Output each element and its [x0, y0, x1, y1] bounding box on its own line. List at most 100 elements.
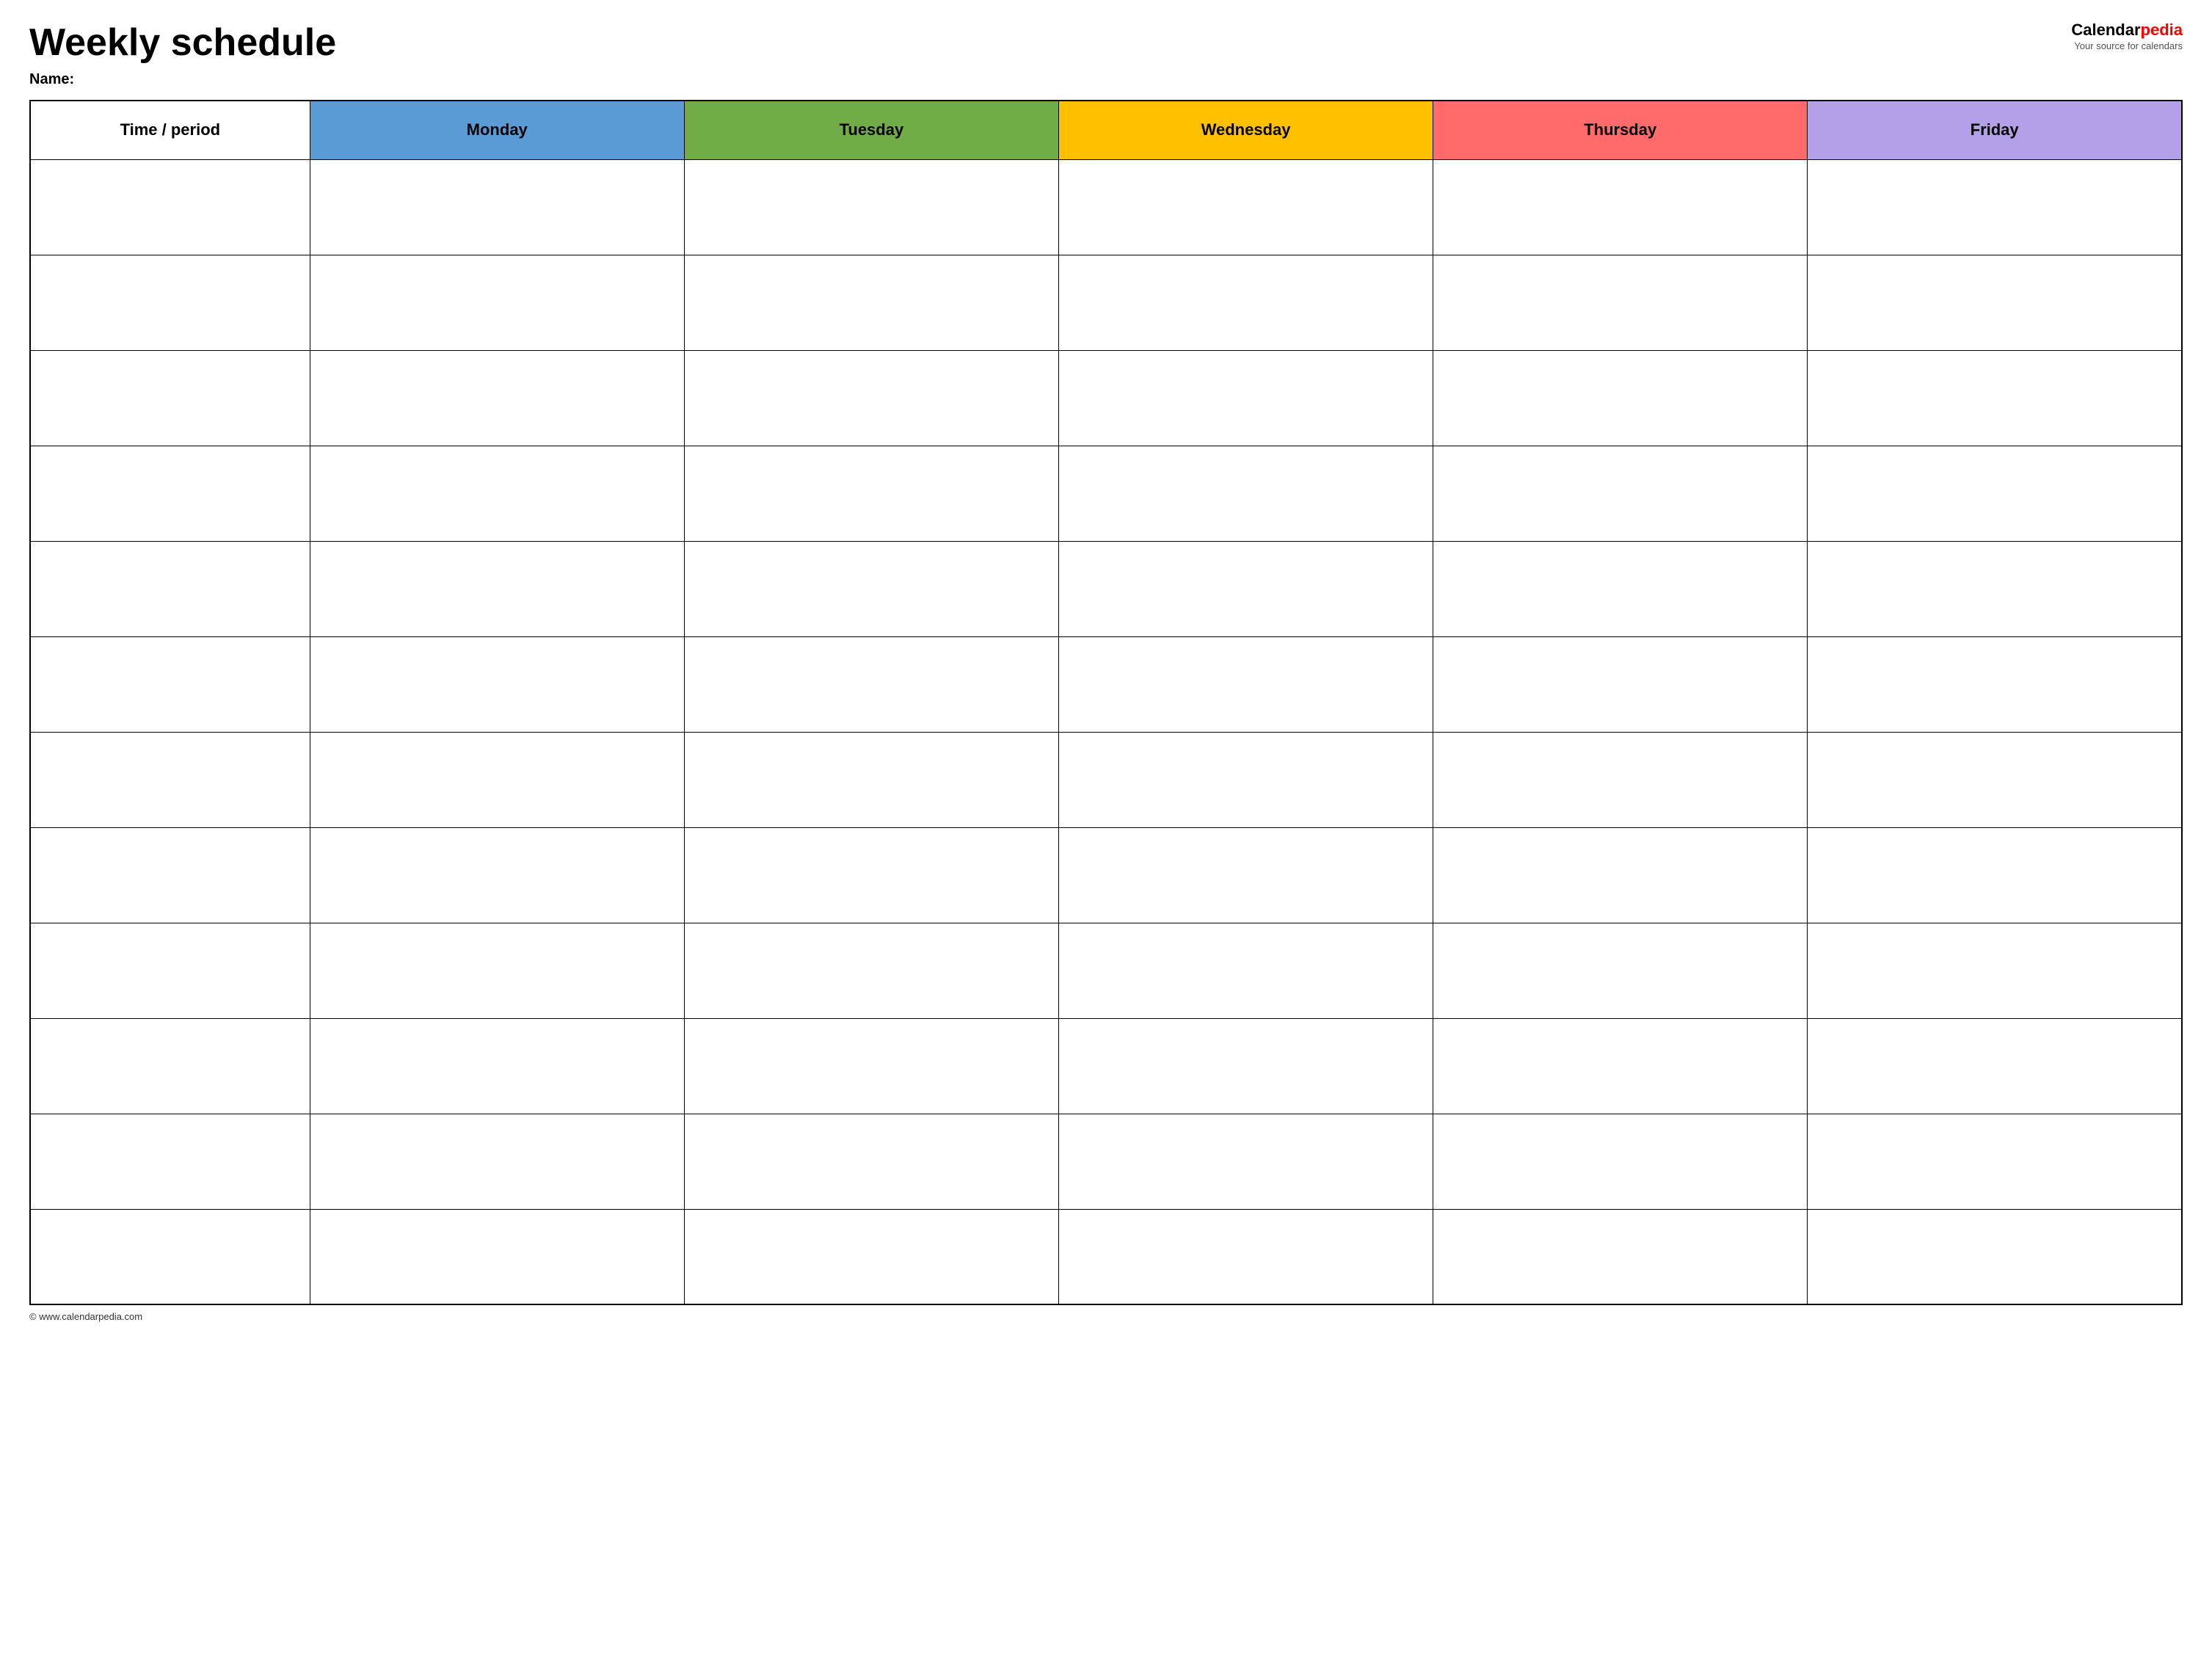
time-cell[interactable] [30, 350, 310, 446]
schedule-cell[interactable] [310, 636, 684, 732]
schedule-cell[interactable] [1808, 636, 2182, 732]
schedule-cell[interactable] [684, 1114, 1058, 1209]
schedule-cell[interactable] [1433, 350, 1808, 446]
schedule-cell[interactable] [1058, 1018, 1433, 1114]
schedule-cell[interactable] [310, 446, 684, 541]
time-cell[interactable] [30, 636, 310, 732]
footer: © www.calendarpedia.com [29, 1311, 2183, 1322]
schedule-cell[interactable] [1808, 159, 2182, 255]
schedule-cell[interactable] [310, 350, 684, 446]
time-cell[interactable] [30, 827, 310, 923]
schedule-cell[interactable] [684, 446, 1058, 541]
schedule-cell[interactable] [1808, 1114, 2182, 1209]
header-thursday-label: Thursday [1584, 120, 1656, 139]
schedule-cell[interactable] [1433, 1018, 1808, 1114]
schedule-cell[interactable] [1058, 159, 1433, 255]
table-row [30, 636, 2182, 732]
header-monday: Monday [310, 101, 684, 159]
time-cell[interactable] [30, 732, 310, 827]
schedule-cell[interactable] [684, 1209, 1058, 1304]
time-cell[interactable] [30, 923, 310, 1018]
time-cell[interactable] [30, 159, 310, 255]
schedule-cell[interactable] [684, 827, 1058, 923]
schedule-cell[interactable] [1433, 827, 1808, 923]
table-row [30, 159, 2182, 255]
header-friday: Friday [1808, 101, 2182, 159]
schedule-cell[interactable] [1058, 732, 1433, 827]
schedule-cell[interactable] [1808, 255, 2182, 350]
schedule-cell[interactable] [1433, 255, 1808, 350]
schedule-cell[interactable] [1808, 732, 2182, 827]
table-row [30, 446, 2182, 541]
table-header-row: Time / period Monday Tuesday Wednesday T… [30, 101, 2182, 159]
schedule-cell[interactable] [310, 1114, 684, 1209]
logo-tagline: Your source for calendars [2036, 40, 2183, 51]
schedule-cell[interactable] [684, 636, 1058, 732]
schedule-cell[interactable] [1058, 350, 1433, 446]
schedule-cell[interactable] [684, 1018, 1058, 1114]
logo-pedia-text: pedia [2141, 21, 2183, 39]
weekly-schedule-table: Time / period Monday Tuesday Wednesday T… [29, 100, 2183, 1305]
schedule-cell[interactable] [1058, 255, 1433, 350]
table-row [30, 827, 2182, 923]
header-monday-label: Monday [467, 120, 528, 139]
schedule-cell[interactable] [1058, 1114, 1433, 1209]
schedule-cell[interactable] [1058, 1209, 1433, 1304]
schedule-cell[interactable] [1808, 350, 2182, 446]
time-cell[interactable] [30, 446, 310, 541]
schedule-cell[interactable] [1433, 1209, 1808, 1304]
schedule-cell[interactable] [310, 255, 684, 350]
time-cell[interactable] [30, 1209, 310, 1304]
schedule-cell[interactable] [1808, 541, 2182, 636]
time-cell[interactable] [30, 541, 310, 636]
header-tuesday-label: Tuesday [840, 120, 904, 139]
schedule-cell[interactable] [1058, 446, 1433, 541]
time-cell[interactable] [30, 1114, 310, 1209]
schedule-cell[interactable] [1433, 923, 1808, 1018]
schedule-cell[interactable] [310, 923, 684, 1018]
schedule-cell[interactable] [1808, 827, 2182, 923]
schedule-cell[interactable] [1808, 446, 2182, 541]
schedule-cell[interactable] [684, 255, 1058, 350]
name-label: Name: [29, 71, 2036, 88]
schedule-cell[interactable] [1433, 541, 1808, 636]
table-row [30, 350, 2182, 446]
time-cell[interactable] [30, 255, 310, 350]
schedule-cell[interactable] [684, 732, 1058, 827]
schedule-cell[interactable] [684, 159, 1058, 255]
schedule-cell[interactable] [310, 1018, 684, 1114]
table-row [30, 541, 2182, 636]
schedule-cell[interactable] [1433, 159, 1808, 255]
header-tuesday: Tuesday [684, 101, 1058, 159]
header-thursday: Thursday [1433, 101, 1808, 159]
page-header: Weekly schedule Name: Calendarpedia Your… [29, 22, 2183, 88]
schedule-cell[interactable] [1433, 1114, 1808, 1209]
schedule-cell[interactable] [1058, 923, 1433, 1018]
header-time: Time / period [30, 101, 310, 159]
schedule-cell[interactable] [684, 923, 1058, 1018]
schedule-cell[interactable] [1058, 636, 1433, 732]
logo-text: Calendarpedia [2036, 22, 2183, 38]
schedule-cell[interactable] [310, 1209, 684, 1304]
header-friday-label: Friday [1971, 120, 2019, 139]
schedule-cell[interactable] [310, 827, 684, 923]
schedule-cell[interactable] [310, 159, 684, 255]
page-title: Weekly schedule [29, 22, 2036, 64]
schedule-cell[interactable] [1433, 636, 1808, 732]
schedule-cell[interactable] [684, 350, 1058, 446]
header-wednesday-label: Wednesday [1201, 120, 1291, 139]
schedule-cell[interactable] [1433, 446, 1808, 541]
schedule-cell[interactable] [1808, 1018, 2182, 1114]
schedule-cell[interactable] [684, 541, 1058, 636]
schedule-cell[interactable] [1808, 1209, 2182, 1304]
table-row [30, 923, 2182, 1018]
schedule-cell[interactable] [1058, 827, 1433, 923]
schedule-cell[interactable] [310, 732, 684, 827]
schedule-cell[interactable] [1058, 541, 1433, 636]
schedule-cell[interactable] [1808, 923, 2182, 1018]
table-row [30, 255, 2182, 350]
schedule-cell[interactable] [310, 541, 684, 636]
time-cell[interactable] [30, 1018, 310, 1114]
schedule-cell[interactable] [1433, 732, 1808, 827]
table-row [30, 1018, 2182, 1114]
